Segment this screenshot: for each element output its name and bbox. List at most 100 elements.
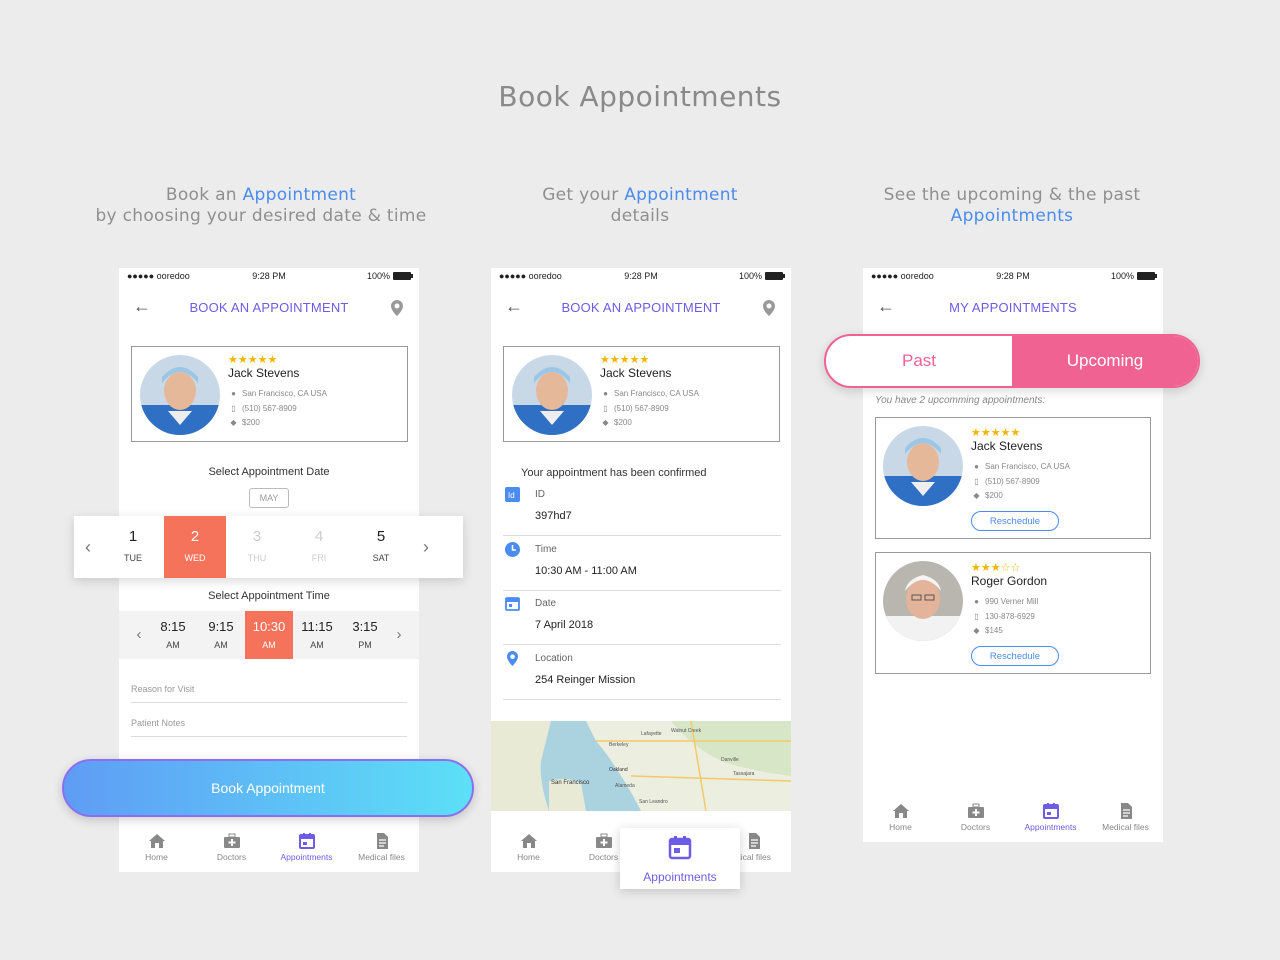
doctor-avatar <box>883 561 963 641</box>
doctor-location: ● San Francisco, CA USA <box>973 462 1070 471</box>
prev-date-arrow-icon[interactable]: ‹ <box>74 516 102 578</box>
location-pin-icon[interactable] <box>763 300 775 316</box>
date-option[interactable]: 3 THU <box>226 516 288 578</box>
caption-text: Get your <box>542 185 625 205</box>
notes-input[interactable]: Patient Notes <box>131 718 407 737</box>
location-icon: ● <box>974 462 979 471</box>
time-option[interactable]: 11:15 AM <box>293 611 341 659</box>
tab-medical-files[interactable]: Medical files <box>1088 794 1163 842</box>
date-weekday: FRI <box>311 553 327 563</box>
home-icon <box>892 804 909 818</box>
tab-doctors[interactable]: Doctors <box>194 824 269 872</box>
doctor-price-text: $200 <box>242 418 260 427</box>
caption-highlight: Appointment <box>242 185 357 205</box>
map-label: San Leandro <box>639 799 668 805</box>
tab-home[interactable]: Home <box>119 824 194 872</box>
tab-appointments[interactable]: Appointments <box>269 824 344 872</box>
tab-home[interactable]: Home <box>863 794 938 842</box>
upcoming-tab[interactable]: Upcoming <box>1012 336 1198 386</box>
calendar-icon <box>298 833 315 849</box>
doctor-name: Jack Stevens <box>971 439 1043 453</box>
nav-bar: ← BOOK AN APPOINTMENT <box>491 286 791 328</box>
battery-icon <box>765 272 785 280</box>
date-option[interactable]: 4 FRI <box>288 516 350 578</box>
status-bar: ●●●●● ooredoo 9:28 PM 100% <box>491 268 791 286</box>
tab-label: Medical files <box>1102 822 1149 832</box>
doctor-card[interactable]: ★★★★★ Jack Stevens ● San Francisco, CA US… <box>131 346 408 442</box>
confirmation-message: Your appointment has been confirmed <box>521 467 707 479</box>
appointment-card[interactable]: ★★★☆☆ Roger Gordon ● 990 Verner Mill ▯ 130… <box>875 552 1151 674</box>
detail-value: 7 April 2018 <box>535 619 594 631</box>
time-option-selected[interactable]: 10:30 AM <box>245 611 293 659</box>
time-value: 3:15 <box>352 619 378 634</box>
tab-label: Home <box>145 852 168 862</box>
next-date-arrow-icon[interactable]: › <box>412 516 440 578</box>
tab-bar: Home Doctors Appointments Medical files <box>119 824 419 872</box>
doctor-phone-text: (510) 567-8909 <box>614 404 669 413</box>
time-option[interactable]: 9:15 AM <box>197 611 245 659</box>
next-time-arrow-icon[interactable]: › <box>389 611 409 659</box>
time-option[interactable]: 8:15 AM <box>149 611 197 659</box>
tab-appointments-highlight[interactable]: Appointments <box>620 828 740 889</box>
phone-icon: ▯ <box>603 404 608 413</box>
map-label: Berkeley <box>609 742 629 748</box>
home-icon <box>520 834 537 848</box>
doctor-avatar <box>140 355 220 435</box>
location-pin-icon <box>507 651 518 666</box>
date-option-selected[interactable]: 2 WED <box>164 516 226 578</box>
time-option[interactable]: 3:15 PM <box>341 611 389 659</box>
rating-stars: ★★★★★ <box>228 354 278 366</box>
tab-label: Doctors <box>960 822 991 832</box>
past-tab[interactable]: Past <box>826 336 1012 386</box>
calendar-icon <box>505 597 520 611</box>
time-period: AM <box>262 640 276 650</box>
book-appointment-button[interactable]: Book Appointment <box>62 759 474 817</box>
date-number: 5 <box>376 528 386 545</box>
time-period: AM <box>166 640 180 650</box>
prev-time-arrow-icon[interactable]: ‹ <box>129 611 149 659</box>
location-pin-icon[interactable] <box>391 300 403 316</box>
time-value: 11:15 <box>301 619 333 634</box>
date-option[interactable]: 1 TUE <box>102 516 164 578</box>
tag-icon: ◆ <box>973 626 980 635</box>
appointment-count: You have 2 upcomming appointments: <box>875 395 1046 406</box>
detail-location: Location 254 Reinger Mission <box>503 645 781 700</box>
doctor-location: ● 990 Verner Mill <box>973 597 1038 606</box>
battery-percent: 100% <box>738 271 762 281</box>
doctor-price-text: $145 <box>985 626 1003 635</box>
month-picker[interactable]: MAY <box>249 488 289 508</box>
doctor-price: ◆ $200 <box>602 418 631 427</box>
doctor-location: ● San Francisco, CA USA <box>230 389 327 398</box>
phone-appointment-details: ●●●●● ooredoo 9:28 PM 100% ← BOOK AN APP… <box>491 268 791 872</box>
time-period: PM <box>358 640 372 650</box>
battery-icon <box>393 272 413 280</box>
past-upcoming-toggle: Past Upcoming <box>824 334 1200 388</box>
calendar-icon <box>668 836 692 860</box>
doctor-price: ◆ $145 <box>973 626 1003 635</box>
tab-label: Appointments <box>643 870 717 884</box>
date-option[interactable]: 5 SAT <box>350 516 412 578</box>
tab-doctors[interactable]: Doctors <box>938 794 1013 842</box>
date-selector: ‹ 1 TUE 2 WED 3 THU 4 FRI 5 SAT › <box>74 516 463 578</box>
caption-text: Book an <box>165 185 243 205</box>
doctor-location-text: San Francisco, CA USA <box>985 462 1070 471</box>
map-graphic: San Francisco Berkeley Oakland Alameda S… <box>491 721 791 811</box>
doctor-card[interactable]: ★★★★★ Jack Stevens ● San Francisco, CA US… <box>503 346 780 442</box>
tag-icon: ◆ <box>973 491 980 500</box>
caption-text: details <box>610 206 670 226</box>
tab-medical-files[interactable]: Medical files <box>344 824 419 872</box>
doctor-phone: ▯ (510) 567-8909 <box>602 404 669 413</box>
tab-label: dical files <box>736 852 771 862</box>
location-map[interactable]: San Francisco Berkeley Oakland Alameda S… <box>491 721 791 811</box>
tab-home[interactable]: Home <box>491 824 566 872</box>
reschedule-button[interactable]: Reschedule <box>971 646 1059 666</box>
tab-appointments[interactable]: Appointments <box>1013 794 1088 842</box>
reschedule-button[interactable]: Reschedule <box>971 511 1059 531</box>
location-icon: ● <box>231 389 236 398</box>
doctor-phone-text: (510) 567-8909 <box>985 477 1040 486</box>
reason-input[interactable]: Reason for Visit <box>131 684 407 703</box>
doctor-phone: ▯ (510) 567-8909 <box>973 477 1040 486</box>
appointment-card[interactable]: ★★★★★ Jack Stevens ● San Francisco, CA US… <box>875 417 1151 539</box>
status-bar: ●●●●● ooredoo 9:28 PM 100% <box>863 268 1163 286</box>
tag-icon: ◆ <box>230 418 237 427</box>
